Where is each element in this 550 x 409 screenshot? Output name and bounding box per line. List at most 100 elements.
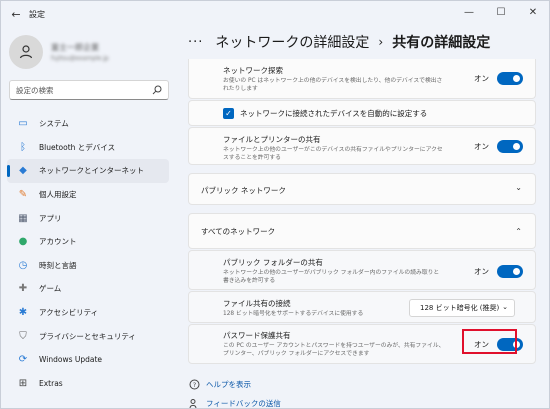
avatar — [9, 35, 43, 69]
sidebar-item-label: プライバシーとセキュリティ — [39, 331, 136, 341]
close-button[interactable]: ✕ — [517, 1, 549, 23]
feedback-link-label: フィードバックの送信 — [206, 398, 281, 408]
help-link[interactable]: ? ヘルプを表示 — [188, 378, 251, 390]
globe-clock-icon: ◷ — [18, 259, 28, 271]
file-printer-sharing-toggle[interactable] — [497, 140, 523, 153]
file-sharing-connection-desc: 128 ビット暗号化をサポートするデバイスに使用する — [223, 311, 364, 317]
public-folder-sharing-title: パブリック フォルダーの共有 — [223, 258, 323, 267]
sidebar-item-account[interactable]: ● アカウント — [7, 230, 169, 254]
all-networks-title: すべてのネットワーク — [201, 227, 276, 236]
maximize-button[interactable]: ☐ — [485, 1, 517, 23]
file-sharing-connection-title: ファイル共有の接続 — [223, 299, 291, 308]
breadcrumb-parent[interactable]: ネットワークの詳細設定 — [215, 32, 369, 52]
apps-icon: ▦ — [18, 212, 28, 224]
settings-window: ← 設定 — ☐ ✕ 富士一郎企業 fujitsu@example.jp 設定の… — [0, 0, 550, 409]
chevron-down-icon: ⌄ — [515, 183, 522, 192]
title-bar: ← 設定 — ☐ ✕ — [1, 1, 549, 27]
sidebar-item-apps[interactable]: ▦ アプリ — [7, 206, 169, 230]
public-network-expander[interactable]: パブリック ネットワーク ⌄ — [188, 173, 536, 205]
public-folder-sharing-toggle[interactable] — [497, 265, 523, 278]
check-icon: ✓ — [225, 109, 232, 118]
person-icon — [19, 45, 33, 59]
sidebar-item-brush[interactable]: ✎ 個人用設定 — [7, 183, 169, 207]
bluetooth-icon: ᛒ — [20, 141, 26, 153]
breadcrumb-separator-icon: › — [378, 35, 384, 49]
sidebar-item-gamepad[interactable]: ✚ ゲーム — [7, 277, 169, 301]
accessibility-icon: ✱ — [18, 307, 28, 319]
sidebar-item-extras[interactable]: ⊞ Extras — [7, 372, 169, 396]
public-folder-sharing-row: パブリック フォルダーの共有 ネットワーク上の他のユーザーがパブリック フォルダ… — [188, 250, 536, 290]
sidebar-item-label: アクセシビリティ — [39, 308, 99, 318]
network-discovery-title: ネットワーク探索 — [223, 66, 283, 75]
feedback-link[interactable]: フィードバックの送信 — [188, 397, 281, 408]
sidebar-item-label: ネットワークとインターネット — [39, 166, 144, 176]
sidebar-item-monitor[interactable]: ▭ システム — [7, 112, 169, 136]
encryption-select[interactable]: 128 ビット暗号化 (推奨) ⌄ — [409, 299, 515, 317]
all-networks-expander[interactable]: すべてのネットワーク ⌃ — [188, 213, 536, 249]
user-name: 富士一郎企業 — [51, 43, 99, 52]
sidebar-item-label: システム — [39, 119, 69, 129]
svg-text:?: ? — [192, 381, 195, 389]
sidebar-item-label: Extras — [39, 378, 63, 388]
update-icon: ⟳ — [18, 354, 28, 366]
window-controls: — ☐ ✕ — [453, 1, 549, 27]
network-discovery-toggle[interactable] — [497, 72, 523, 85]
network-discovery-desc: お使いの PC はネットワーク上の他のデバイスを検出したり、他のデバイスで検出さ… — [223, 78, 443, 92]
encryption-select-value: 128 ビット暗号化 (推奨) — [420, 304, 500, 312]
sidebar-item-label: ゲーム — [39, 284, 62, 294]
auto-setup-row: ✓ ネットワークに接続されたデバイスを自動的に設定する — [188, 100, 536, 126]
search-placeholder: 設定の検索 — [16, 85, 54, 95]
chevron-up-icon: ⌃ — [515, 227, 522, 236]
app-title: 設定 — [29, 9, 45, 19]
search-input[interactable]: 設定の検索 — [9, 80, 169, 100]
feedback-icon — [188, 397, 200, 408]
sidebar-item-accessibility[interactable]: ✱ アクセシビリティ — [7, 301, 169, 325]
public-folder-sharing-toggle-label: オン — [474, 267, 489, 276]
password-protected-sharing-desc: この PC のユーザー アカウントとパスワードを持つユーザーのみが、共有ファイル… — [223, 343, 445, 357]
file-sharing-connection-row: ファイル共有の接続 128 ビット暗号化をサポートするデバイスに使用する 128… — [188, 291, 536, 323]
public-folder-sharing-desc: ネットワーク上の他のユーザーがパブリック フォルダー内のファイルの読み取りと書き… — [223, 270, 440, 284]
auto-setup-checkbox[interactable]: ✓ — [223, 108, 234, 119]
wifi-icon: ◆ — [19, 165, 27, 177]
shield-icon: ⛉ — [19, 330, 27, 342]
back-button[interactable]: ← — [5, 3, 27, 25]
password-protected-sharing-title: パスワード保護共有 — [223, 331, 291, 340]
public-network-title: パブリック ネットワーク — [201, 186, 286, 195]
sidebar-item-update[interactable]: ⟳ Windows Update — [7, 348, 169, 372]
maximize-icon: ☐ — [496, 6, 506, 18]
auto-setup-label: ネットワークに接続されたデバイスを自動的に設定する — [240, 109, 428, 118]
sidebar-item-label: 時刻と言語 — [39, 260, 77, 270]
search-icon — [152, 85, 162, 95]
sidebar-item-label: アカウント — [39, 237, 77, 247]
file-printer-sharing-desc: ネットワーク上の他のユーザーがこのデバイスの共有ファイルやプリンターにアクセスす… — [223, 147, 443, 161]
file-printer-sharing-title: ファイルとプリンターの共有 — [223, 135, 321, 144]
network-discovery-row: ネットワーク探索 お使いの PC はネットワーク上の他のデバイスを検出したり、他… — [188, 59, 536, 99]
account-icon: ● — [18, 236, 28, 248]
highlight-box — [462, 329, 517, 354]
gamepad-icon: ✚ — [18, 283, 28, 295]
sidebar: 富士一郎企業 fujitsu@example.jp 設定の検索 ▭ システム ᛒ Bl… — [1, 27, 176, 408]
user-email: fujitsu@example.jp — [51, 55, 109, 62]
sidebar-item-bluetooth[interactable]: ᛒ Bluetooth とデバイス — [7, 136, 169, 160]
sidebar-item-label: 個人用設定 — [39, 190, 77, 200]
help-link-label: ヘルプを表示 — [206, 379, 251, 389]
close-icon: ✕ — [528, 6, 538, 18]
user-profile[interactable]: 富士一郎企業 fujitsu@example.jp — [9, 35, 109, 69]
extras-icon: ⊞ — [18, 377, 28, 389]
page-title: 共有の詳細設定 — [392, 35, 491, 51]
sidebar-item-wifi[interactable]: ◆ ネットワークとインターネット — [7, 159, 169, 183]
breadcrumb-overflow-button[interactable]: ··· — [188, 35, 203, 50]
help-icon: ? — [188, 378, 200, 390]
sidebar-item-label: Bluetooth とデバイス — [39, 142, 116, 152]
file-printer-sharing-toggle-label: オン — [474, 142, 489, 151]
sidebar-item-globe-clock[interactable]: ◷ 時刻と言語 — [7, 254, 169, 278]
back-arrow-icon: ← — [11, 7, 21, 21]
brush-icon: ✎ — [18, 189, 28, 201]
sidebar-item-label: アプリ — [39, 213, 62, 223]
network-discovery-toggle-label: オン — [474, 74, 489, 83]
chevron-down-icon: ⌄ — [502, 303, 508, 311]
sidebar-item-label: Windows Update — [39, 355, 103, 365]
minimize-icon: — — [464, 6, 474, 18]
minimize-button[interactable]: — — [453, 1, 485, 23]
sidebar-item-shield[interactable]: ⛉ プライバシーとセキュリティ — [7, 324, 169, 348]
